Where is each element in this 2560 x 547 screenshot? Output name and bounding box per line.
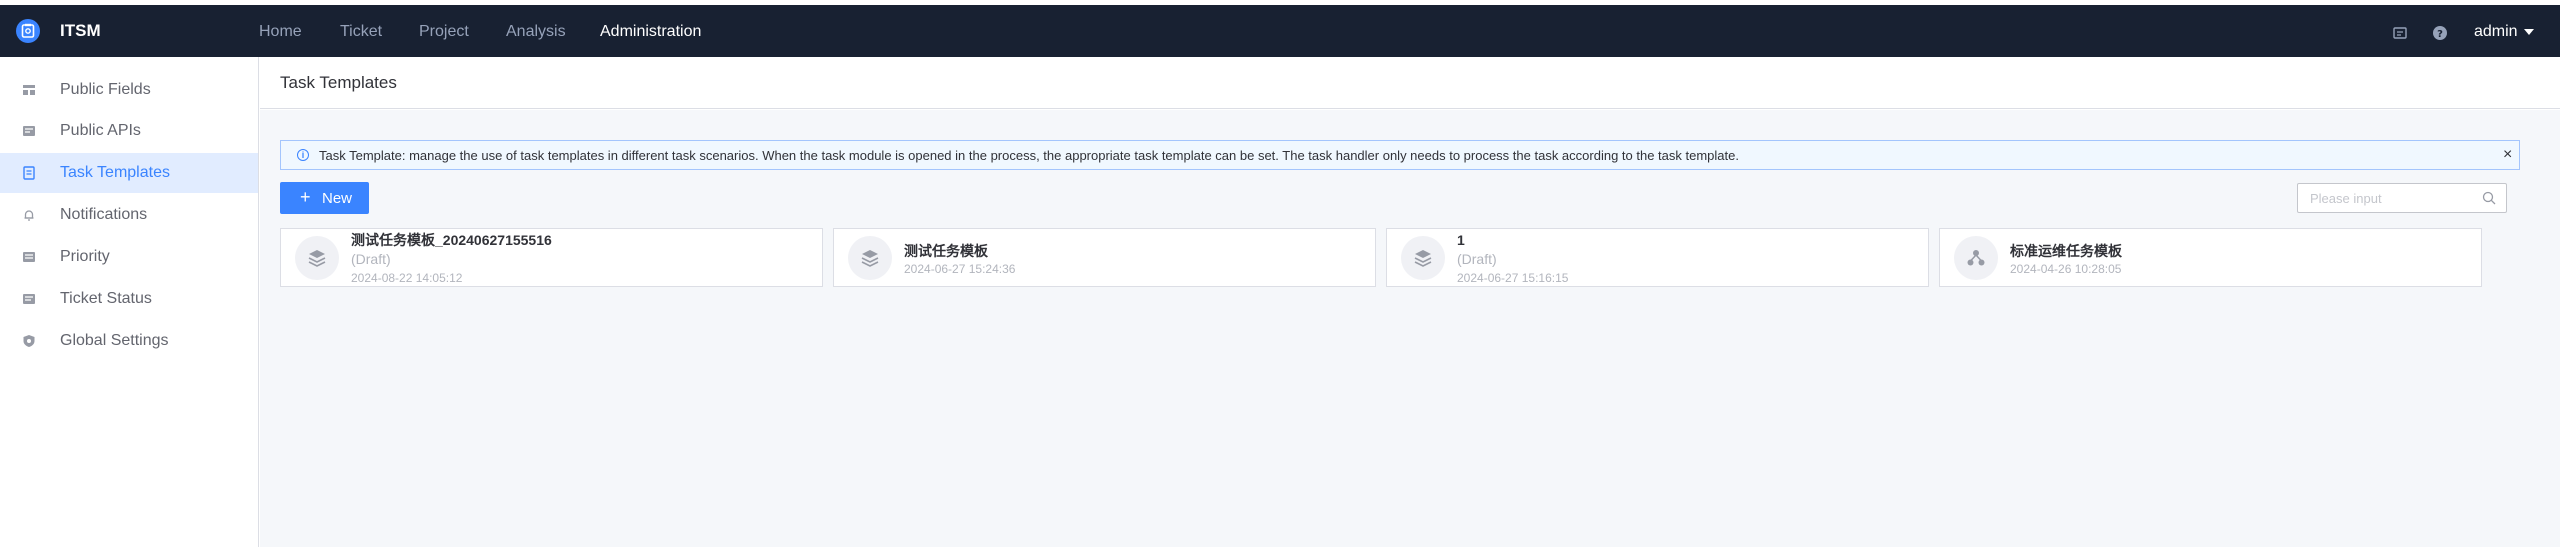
template-time: 2024-06-27 15:24:36 xyxy=(904,262,1016,276)
sidebar-item-notifications[interactable]: Notifications xyxy=(0,195,258,235)
sidebar: Public Fields Public APIs Task Templates… xyxy=(0,57,259,547)
nav-administration[interactable]: Administration xyxy=(600,23,701,41)
settings-icon xyxy=(22,334,36,348)
caret-down-icon xyxy=(2524,29,2535,35)
sidebar-item-public-fields[interactable]: Public Fields xyxy=(0,70,258,110)
template-time: 2024-06-27 15:16:15 xyxy=(1457,271,1569,285)
sidebar-item-label: Priority xyxy=(60,248,110,265)
info-icon: i xyxy=(297,149,309,161)
nav-project[interactable]: Project xyxy=(419,23,469,41)
svg-text:?: ? xyxy=(2437,29,2443,40)
plus-icon: + xyxy=(300,187,311,207)
api-icon xyxy=(22,124,36,138)
nav-home[interactable]: Home xyxy=(259,23,302,41)
template-icon xyxy=(22,166,36,180)
bell-icon xyxy=(22,208,36,222)
search-box xyxy=(2297,183,2507,213)
template-time: 2024-08-22 14:05:12 xyxy=(351,271,463,285)
stack-icon xyxy=(295,236,339,280)
template-title: 测试任务模板 xyxy=(904,243,988,259)
message-icon[interactable] xyxy=(2392,25,2408,41)
new-button-label: New xyxy=(322,190,353,207)
template-status: (Draft) xyxy=(1457,251,1497,267)
template-card[interactable]: 测试任务模板_20240627155516 (Draft) 2024-08-22… xyxy=(280,228,823,287)
sidebar-item-task-templates[interactable]: Task Templates xyxy=(0,153,258,193)
user-menu[interactable]: admin xyxy=(2474,23,2535,41)
sidebar-item-public-apis[interactable]: Public APIs xyxy=(0,111,258,151)
sidebar-item-label: Notifications xyxy=(60,206,148,223)
sidebar-item-label: Ticket Status xyxy=(60,290,152,307)
new-template-button[interactable]: + New xyxy=(280,182,369,214)
sidebar-item-label: Task Templates xyxy=(60,164,170,181)
help-icon[interactable]: ? xyxy=(2432,25,2448,41)
template-title: 标准运维任务模板 xyxy=(2010,243,2122,259)
template-status: (Draft) xyxy=(351,251,391,267)
sidebar-item-ticket-status[interactable]: Ticket Status xyxy=(0,279,258,319)
sidebar-item-label: Global Settings xyxy=(60,332,169,349)
priority-icon xyxy=(22,250,36,264)
status-icon xyxy=(22,292,36,306)
user-name: admin xyxy=(2474,23,2518,40)
template-title: 1 xyxy=(1457,232,1465,248)
info-alert: i Task Template: manage the use of task … xyxy=(280,140,2520,170)
template-card[interactable]: 测试任务模板 2024-06-27 15:24:36 xyxy=(833,228,1376,287)
main-content: i Task Template: manage the use of task … xyxy=(260,110,2560,547)
template-time: 2024-04-26 10:28:05 xyxy=(2010,262,2122,276)
search-icon[interactable] xyxy=(2482,191,2496,205)
sidebar-item-label: Public APIs xyxy=(60,122,141,139)
stack-icon xyxy=(1401,236,1445,280)
page-title: Task Templates xyxy=(280,73,397,92)
top-navigation-bar: ITSM Home Ticket Project Analysis Admini… xyxy=(0,5,2560,57)
template-title: 测试任务模板_20240627155516 xyxy=(351,232,552,248)
sidebar-item-label: Public Fields xyxy=(60,81,151,98)
template-card[interactable]: 标准运维任务模板 2024-04-26 10:28:05 xyxy=(1939,228,2482,287)
itsm-logo-icon[interactable] xyxy=(16,19,40,43)
page-header: Task Templates xyxy=(260,57,2560,109)
app-name[interactable]: ITSM xyxy=(60,22,101,40)
nav-ticket[interactable]: Ticket xyxy=(340,23,382,41)
alert-text: Task Template: manage the use of task te… xyxy=(319,148,1739,163)
sidebar-item-global-settings[interactable]: Global Settings xyxy=(0,321,258,361)
fields-icon xyxy=(22,83,36,97)
nav-analysis[interactable]: Analysis xyxy=(506,23,566,41)
sidebar-item-priority[interactable]: Priority xyxy=(0,237,258,277)
close-icon[interactable]: × xyxy=(2503,146,2512,164)
template-card[interactable]: 1 (Draft) 2024-06-27 15:16:15 xyxy=(1386,228,1929,287)
nodes-icon xyxy=(1954,236,1998,280)
stack-icon xyxy=(848,236,892,280)
search-input[interactable] xyxy=(2298,184,2478,212)
